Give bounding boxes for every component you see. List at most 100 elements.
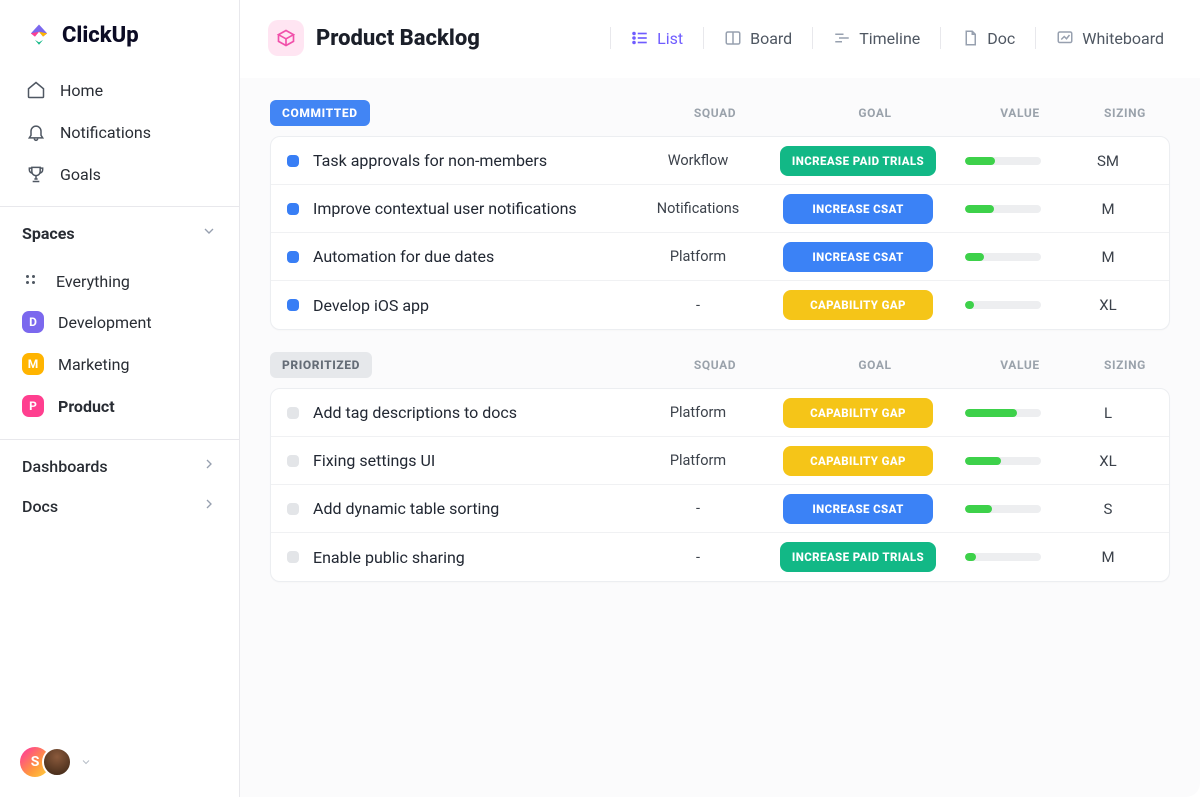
chevron-down-icon xyxy=(80,753,92,772)
status-pill[interactable]: PRIORITIZED xyxy=(270,352,372,378)
view-label: Whiteboard xyxy=(1082,29,1164,48)
view-separator xyxy=(610,27,611,49)
view-label: Board xyxy=(750,29,792,48)
task-row[interactable]: Add tag descriptions to docs Platform CA… xyxy=(271,389,1169,437)
views-switcher: List Board Timeline Doc xyxy=(608,23,1176,54)
task-row[interactable]: Add dynamic table sorting - INCREASE CSA… xyxy=(271,485,1169,533)
whiteboard-icon xyxy=(1056,29,1074,47)
view-label: List xyxy=(657,29,683,48)
view-doc[interactable]: Doc xyxy=(949,23,1027,54)
space-product[interactable]: P Product xyxy=(8,385,231,427)
space-development[interactable]: D Development xyxy=(8,301,231,343)
task-status-icon[interactable] xyxy=(287,203,299,215)
content: COMMITTED SQUAD GOAL VALUE SIZING Task a… xyxy=(240,78,1200,797)
task-squad: - xyxy=(623,549,773,566)
nav-notifications-label: Notifications xyxy=(60,123,151,142)
grid-dots-icon xyxy=(22,271,42,291)
page-title: Product Backlog xyxy=(316,26,480,51)
group-head: COMMITTED SQUAD GOAL VALUE SIZING xyxy=(270,78,1170,136)
col-head-squad: SQUAD xyxy=(640,358,790,372)
clickup-logo-icon xyxy=(26,22,52,48)
task-status-icon[interactable] xyxy=(287,503,299,515)
view-list[interactable]: List xyxy=(619,23,695,54)
task-goal[interactable]: CAPABILITY GAP xyxy=(783,398,933,428)
task-status-icon[interactable] xyxy=(287,155,299,167)
space-badge-development: D xyxy=(22,311,44,333)
task-value-fill xyxy=(965,301,974,309)
task-status-icon[interactable] xyxy=(287,407,299,419)
view-timeline[interactable]: Timeline xyxy=(821,23,932,54)
task-value-bar xyxy=(965,505,1041,513)
user-avatars[interactable]: S xyxy=(20,747,219,777)
nav-goals-label: Goals xyxy=(60,165,101,184)
chevron-right-icon xyxy=(201,496,217,516)
nav-notifications[interactable]: Notifications xyxy=(8,112,231,152)
space-marketing-label: Marketing xyxy=(58,355,129,374)
task-row[interactable]: Enable public sharing - INCREASE PAID TR… xyxy=(271,533,1169,581)
docs-header[interactable]: Docs xyxy=(0,490,239,530)
task-sizing: M xyxy=(1063,248,1153,266)
task-value-bar xyxy=(965,253,1041,261)
task-value-fill xyxy=(965,457,1001,465)
view-board[interactable]: Board xyxy=(712,23,804,54)
task-row[interactable]: Automation for due dates Platform INCREA… xyxy=(271,233,1169,281)
bell-icon xyxy=(26,122,46,142)
task-value-fill xyxy=(965,409,1017,417)
chevron-down-icon xyxy=(201,223,217,243)
task-goal[interactable]: INCREASE CSAT xyxy=(783,494,933,524)
space-everything[interactable]: Everything xyxy=(8,261,231,301)
task-squad: Workflow xyxy=(623,152,773,169)
task-goal[interactable]: INCREASE PAID TRIALS xyxy=(780,146,936,176)
dashboards-header[interactable]: Dashboards xyxy=(0,439,239,490)
task-row[interactable]: Task approvals for non-members Workflow … xyxy=(271,137,1169,185)
col-head-value: VALUE xyxy=(960,106,1080,120)
trophy-icon xyxy=(26,164,46,184)
brand[interactable]: ClickUp xyxy=(26,22,219,48)
task-value-bar xyxy=(965,553,1041,561)
task-squad: - xyxy=(623,500,773,517)
task-status-icon[interactable] xyxy=(287,251,299,263)
task-goal[interactable]: INCREASE CSAT xyxy=(783,242,933,272)
avatar-teammate xyxy=(42,747,72,777)
dashboards-title: Dashboards xyxy=(22,457,108,476)
task-row[interactable]: Develop iOS app - CAPABILITY GAP XL xyxy=(271,281,1169,329)
space-development-label: Development xyxy=(58,313,152,332)
spaces-header[interactable]: Spaces xyxy=(0,206,239,257)
task-goal[interactable]: INCREASE PAID TRIALS xyxy=(780,542,936,572)
task-name: Automation for due dates xyxy=(313,247,494,266)
task-value-bar xyxy=(965,457,1041,465)
nav-home[interactable]: Home xyxy=(8,70,231,110)
space-badge-product: P xyxy=(22,395,44,417)
task-name: Task approvals for non-members xyxy=(313,151,547,170)
spaces-list: Everything D Development M Marketing P P… xyxy=(0,257,239,439)
nav-goals[interactable]: Goals xyxy=(8,154,231,194)
sidebar-footer: S xyxy=(0,733,239,797)
task-status-icon[interactable] xyxy=(287,455,299,467)
task-status-icon[interactable] xyxy=(287,551,299,563)
view-label: Timeline xyxy=(859,29,920,48)
task-status-icon[interactable] xyxy=(287,299,299,311)
sidebar: ClickUp Home Notifications Goals xyxy=(0,0,240,797)
docs-title: Docs xyxy=(22,497,58,516)
task-sizing: SM xyxy=(1063,152,1153,170)
brand-block: ClickUp xyxy=(0,0,239,64)
task-goal[interactable]: INCREASE CSAT xyxy=(783,194,933,224)
doc-icon xyxy=(961,29,979,47)
board-icon xyxy=(724,29,742,47)
task-row[interactable]: Improve contextual user notifications No… xyxy=(271,185,1169,233)
task-goal[interactable]: CAPABILITY GAP xyxy=(783,290,933,320)
col-head-sizing: SIZING xyxy=(1080,106,1170,120)
view-separator xyxy=(1035,27,1036,49)
task-row[interactable]: Fixing settings UI Platform CAPABILITY G… xyxy=(271,437,1169,485)
view-whiteboard[interactable]: Whiteboard xyxy=(1044,23,1176,54)
task-value-fill xyxy=(965,253,984,261)
task-value-bar xyxy=(965,409,1041,417)
status-pill[interactable]: COMMITTED xyxy=(270,100,370,126)
task-goal[interactable]: CAPABILITY GAP xyxy=(783,446,933,476)
task-name: Improve contextual user notifications xyxy=(313,199,577,218)
space-marketing[interactable]: M Marketing xyxy=(8,343,231,385)
task-sizing: XL xyxy=(1063,296,1153,314)
brand-name: ClickUp xyxy=(62,23,139,48)
space-everything-label: Everything xyxy=(56,272,130,291)
task-sizing: S xyxy=(1063,500,1153,518)
